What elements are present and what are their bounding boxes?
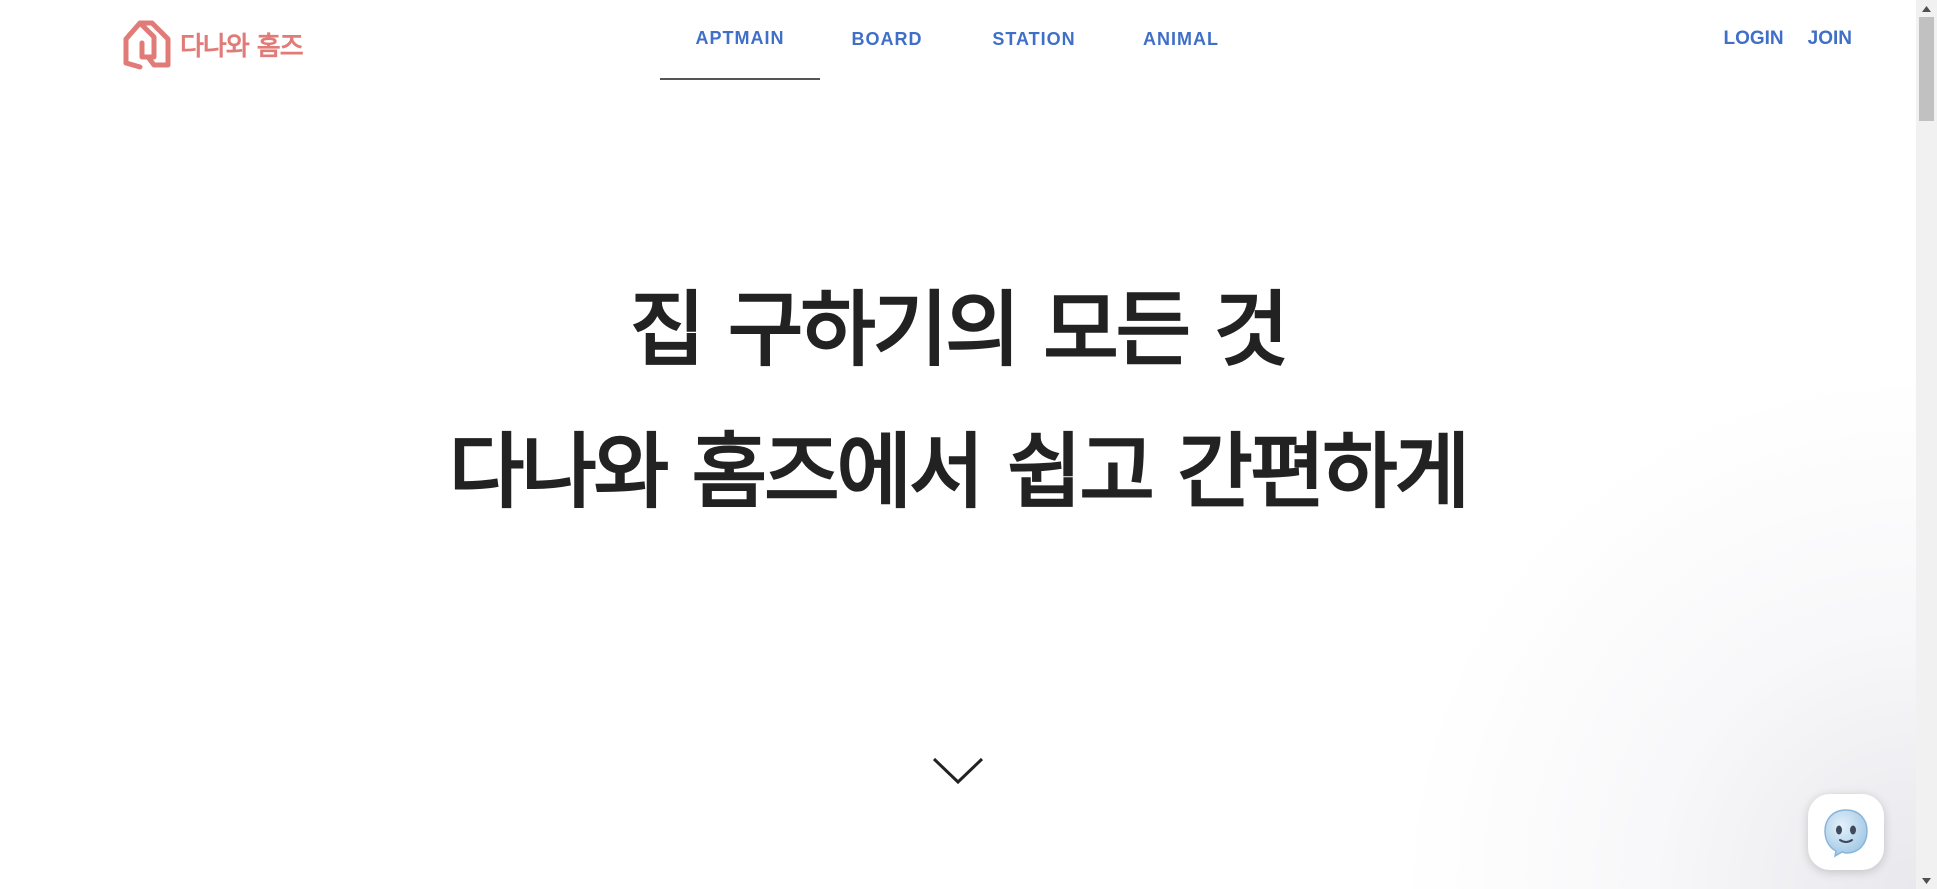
chevron-down-icon bbox=[932, 757, 984, 785]
logo-text: 다나와 홈즈 bbox=[180, 31, 304, 62]
house-logo-icon bbox=[122, 17, 174, 71]
nav-item-animal[interactable]: ANIMAL bbox=[1114, 0, 1248, 80]
scrollbar-thumb[interactable] bbox=[1919, 17, 1934, 121]
join-link[interactable]: JOIN bbox=[1808, 28, 1852, 50]
hero-headline: 집 구하기의 모든 것 bbox=[629, 283, 1289, 378]
nav-item-station[interactable]: STATION bbox=[954, 0, 1114, 80]
site-header: 다나와 홈즈 APTMAIN BOARD STATION ANIMAL LOGI… bbox=[0, 0, 1916, 80]
scroll-up-arrow-icon[interactable] bbox=[1916, 0, 1937, 17]
logo-link[interactable]: 다나와 홈즈 bbox=[122, 16, 304, 72]
page: 다나와 홈즈 APTMAIN BOARD STATION ANIMAL LOGI… bbox=[0, 0, 1937, 889]
auth-links: LOGIN JOIN bbox=[1699, 0, 1852, 80]
hero-subheadline: 다나와 홈즈에서 쉽고 간편하게 bbox=[448, 425, 1470, 520]
login-link[interactable]: LOGIN bbox=[1723, 28, 1783, 50]
nav-item-board[interactable]: BOARD bbox=[820, 0, 954, 80]
vertical-scrollbar[interactable] bbox=[1916, 0, 1937, 889]
scroll-down-button[interactable] bbox=[932, 756, 984, 786]
main-nav: APTMAIN BOARD STATION ANIMAL bbox=[660, 0, 1248, 80]
nav-item-aptmain[interactable]: APTMAIN bbox=[660, 0, 820, 80]
scroll-down-arrow-icon[interactable] bbox=[1916, 872, 1937, 889]
chatbot-ghost-icon bbox=[1824, 809, 1868, 858]
chatbot-button[interactable] bbox=[1808, 794, 1884, 870]
